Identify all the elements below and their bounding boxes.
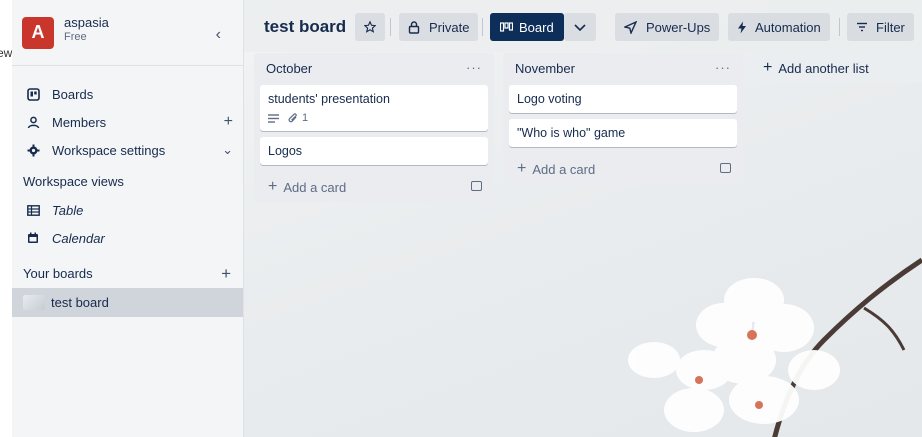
divider xyxy=(390,18,391,36)
rocket-icon xyxy=(624,20,637,34)
person-icon xyxy=(26,115,40,129)
powerups-button[interactable]: Power-Ups xyxy=(615,13,720,41)
star-button[interactable] xyxy=(355,13,385,41)
workspace-plan: Free xyxy=(64,30,87,43)
list-header: November ··· xyxy=(503,53,743,83)
star-icon xyxy=(364,20,376,33)
chevron-down-icon[interactable]: ⌄ xyxy=(222,142,233,158)
card-title: Logo voting xyxy=(517,92,582,106)
template-icon[interactable] xyxy=(471,181,482,191)
card-badges: 1 xyxy=(268,112,480,124)
lightning-icon xyxy=(738,21,746,33)
board-thumbnail xyxy=(23,295,45,310)
automation-button[interactable]: Automation xyxy=(728,13,830,41)
sidebar-item-boards[interactable]: Boards xyxy=(12,80,243,108)
add-card-button[interactable]: + Add a card xyxy=(254,171,494,203)
filter-button[interactable]: Filter xyxy=(847,13,914,41)
sidebar-board-label: test board xyxy=(51,295,109,310)
workspace-views-heading: Workspace views xyxy=(23,173,124,189)
list-card[interactable]: "Who is who" game xyxy=(509,119,737,147)
visibility-label: Private xyxy=(429,19,470,35)
add-card-button[interactable]: + Add a card xyxy=(503,153,743,185)
gear-icon xyxy=(26,143,40,157)
plus-icon: + xyxy=(763,59,773,76)
views-dropdown-button[interactable] xyxy=(564,13,596,41)
sidebar-item-members[interactable]: Members + xyxy=(12,108,243,136)
board-icon xyxy=(26,87,40,101)
plus-icon: + xyxy=(517,160,527,177)
filter-label: Filter xyxy=(876,19,905,35)
attachment-count: 1 xyxy=(302,112,309,124)
list-card[interactable]: Logos xyxy=(260,137,488,165)
automation-label: Automation xyxy=(755,19,821,35)
board-view-label: Board xyxy=(519,19,554,35)
add-list-button[interactable]: + Add another list xyxy=(751,53,922,83)
table-icon xyxy=(26,203,40,217)
board-view-icon xyxy=(500,22,513,32)
cherry-blossom-image xyxy=(628,257,922,437)
more-icon[interactable]: ··· xyxy=(715,60,731,75)
your-boards-heading: Your boards + xyxy=(12,258,243,288)
workspace-name[interactable]: aspasia xyxy=(64,15,109,30)
list-header: October ··· xyxy=(254,53,494,83)
attachment-badge: 1 xyxy=(288,112,308,124)
add-member-icon[interactable]: + xyxy=(224,113,233,131)
sidebar-item-label: Table xyxy=(52,202,84,218)
sidebar-nav: Boards Members + Workspace settings ⌄ Wo… xyxy=(12,66,243,317)
workspace-header: A aspasia Free ‹ xyxy=(12,0,243,66)
sidebar-item-calendar[interactable]: Calendar xyxy=(12,224,243,252)
your-boards-label: Your boards xyxy=(23,265,93,281)
add-board-icon[interactable]: + xyxy=(221,264,231,284)
card-title: students' presentation xyxy=(268,92,390,106)
add-card-label: Add a card xyxy=(283,179,347,195)
left-edge-strip: ew xyxy=(0,0,12,437)
board-title[interactable]: test board xyxy=(264,13,346,41)
more-icon[interactable]: ··· xyxy=(466,60,482,75)
chevron-down-icon xyxy=(574,24,586,32)
template-icon[interactable] xyxy=(720,163,731,173)
clipped-text: ew xyxy=(0,46,13,60)
list-october: October ··· students' presentation 1 Log… xyxy=(254,53,494,203)
calendar-icon xyxy=(26,231,40,245)
board-canvas: test board Private Board Power-Ups Autom… xyxy=(244,0,922,437)
workspace-avatar[interactable]: A xyxy=(22,16,54,49)
sidebar-item-label: Calendar xyxy=(52,230,105,246)
filter-icon xyxy=(857,22,867,32)
sidebar-item-label: Boards xyxy=(52,86,94,102)
card-title: "Who is who" game xyxy=(517,126,626,140)
list-november: November ··· Logo voting "Who is who" ga… xyxy=(503,53,743,185)
board-view-button[interactable]: Board xyxy=(490,13,564,41)
sidebar-item-table[interactable]: Table xyxy=(12,196,243,224)
sidebar-board-test-board[interactable]: test board xyxy=(12,288,243,317)
workspace-info: aspasia Free xyxy=(64,15,109,44)
sidebar-item-label: Members xyxy=(52,114,107,130)
add-list-label: Add another list xyxy=(778,60,869,76)
visibility-button[interactable]: Private xyxy=(399,13,479,41)
list-card[interactable]: Logo voting xyxy=(509,85,737,113)
list-card[interactable]: students' presentation 1 xyxy=(260,85,488,131)
paperclip-icon xyxy=(288,112,297,122)
card-title: Logos xyxy=(268,144,303,158)
board-header: test board Private Board Power-Ups Autom… xyxy=(244,0,922,52)
workspace-sidebar: A aspasia Free ‹ Boards Members + Worksp… xyxy=(12,0,244,437)
chevron-left-icon[interactable]: ‹ xyxy=(216,26,221,44)
plus-icon: + xyxy=(268,178,278,195)
divider xyxy=(482,18,483,36)
divider xyxy=(839,18,840,36)
sidebar-item-settings[interactable]: Workspace settings ⌄ xyxy=(12,136,243,164)
list-title[interactable]: October xyxy=(266,61,312,76)
powerups-label: Power-Ups xyxy=(646,19,711,35)
sidebar-item-label: Workspace settings xyxy=(52,142,166,158)
description-icon xyxy=(268,113,279,123)
list-title[interactable]: November xyxy=(515,61,575,76)
lock-icon xyxy=(408,20,420,34)
add-card-label: Add a card xyxy=(532,161,596,177)
